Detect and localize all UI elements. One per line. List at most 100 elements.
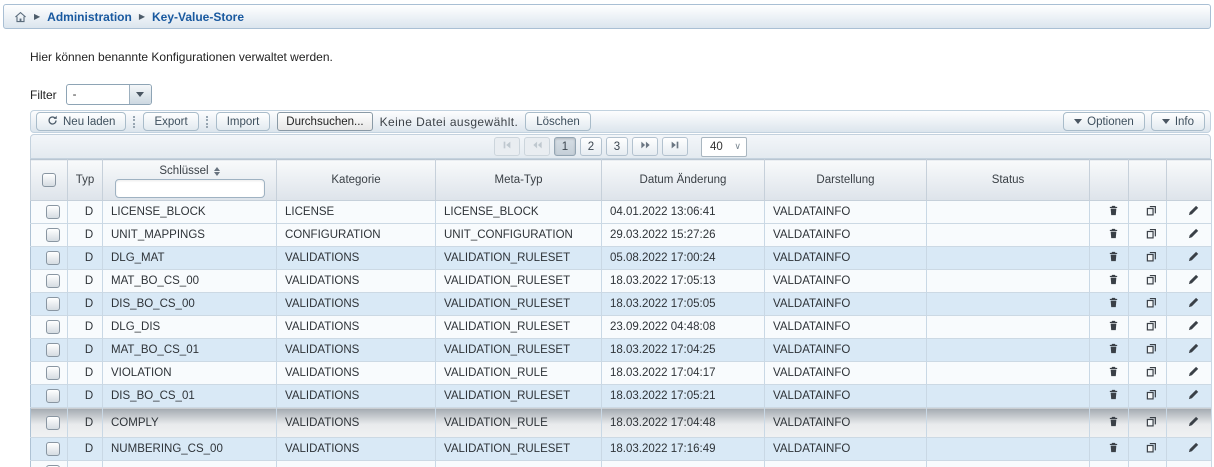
delete-icon[interactable] (1108, 228, 1119, 239)
cell-edit (1167, 438, 1212, 461)
browse-file-button-label: Durchsuchen... (286, 116, 363, 128)
row-checkbox[interactable] (46, 343, 60, 357)
delete-icon[interactable] (1108, 205, 1119, 216)
table-row[interactable]: D DIS_BO_CS_01 VALIDATIONS VALIDATION_RU… (31, 385, 1212, 408)
options-menu-button[interactable]: Optionen (1063, 112, 1145, 131)
delete-icon[interactable] (1108, 389, 1119, 400)
filter-select[interactable]: - (66, 84, 152, 105)
row-select-cell (31, 201, 68, 224)
page-size-select[interactable]: 40 ∨ (701, 137, 747, 157)
cell-delete (1090, 224, 1129, 247)
breadcrumb-item-administration[interactable]: Administration (47, 10, 132, 24)
cell-datum: 18.03.2022 17:05:21 (602, 385, 765, 408)
table-row[interactable]: D LICENSE_BLOCK LICENSE LICENSE_BLOCK 04… (31, 201, 1212, 224)
copy-icon[interactable] (1146, 205, 1157, 216)
next-page-button[interactable] (632, 137, 658, 156)
edit-icon[interactable] (1188, 274, 1199, 285)
row-checkbox[interactable] (46, 228, 60, 242)
last-page-button[interactable] (662, 137, 688, 156)
edit-icon[interactable] (1188, 205, 1199, 216)
delete-icon[interactable] (1108, 442, 1119, 453)
cell-darstellung: VALDATAINFO (765, 293, 927, 316)
table-row[interactable]: D UNIT_MAPPINGS CONFIGURATION UNIT_CONFI… (31, 224, 1212, 247)
cell-datum: 04.01.2022 13:06:41 (602, 201, 765, 224)
table-row[interactable]: D DIS_BO_CS_00 VALIDATIONS VALIDATION_RU… (31, 293, 1212, 316)
select-all-checkbox[interactable] (42, 173, 56, 187)
copy-icon[interactable] (1146, 274, 1157, 285)
page-button-3[interactable]: 3 (606, 137, 628, 156)
cell-status (927, 247, 1090, 270)
row-checkbox[interactable] (46, 205, 60, 219)
cell-schluessel: UNIT_MAPPINGS (103, 224, 277, 247)
table-row[interactable]: D NUMBERING_CS_00 VALIDATIONS VALIDATION… (31, 438, 1212, 461)
schluessel-filter-input[interactable] (115, 179, 265, 198)
row-checkbox[interactable] (46, 442, 60, 456)
row-checkbox[interactable] (46, 297, 60, 311)
browse-file-button[interactable]: Durchsuchen... (277, 112, 372, 131)
column-header-schluessel[interactable]: Schlüssel (103, 160, 277, 201)
delete-icon[interactable] (1108, 320, 1119, 331)
copy-icon[interactable] (1146, 343, 1157, 354)
edit-icon[interactable] (1188, 297, 1199, 308)
cell-status (927, 385, 1090, 408)
copy-icon[interactable] (1146, 416, 1157, 427)
edit-icon[interactable] (1188, 343, 1199, 354)
cell-typ: D (68, 362, 103, 385)
breadcrumb-item-key-value-store[interactable]: Key-Value-Store (152, 10, 244, 24)
row-checkbox[interactable] (46, 320, 60, 334)
cell-schluessel: DIS_BO_CS_00 (103, 293, 277, 316)
edit-icon[interactable] (1188, 228, 1199, 239)
delete-icon[interactable] (1108, 366, 1119, 377)
row-checkbox[interactable] (46, 366, 60, 380)
edit-icon[interactable] (1188, 320, 1199, 331)
delete-icon[interactable] (1108, 416, 1119, 427)
edit-icon[interactable] (1188, 442, 1199, 453)
table-row[interactable]: D COMPLY VALIDATIONS VALIDATION_RULE 18.… (31, 408, 1212, 438)
delete-file-button[interactable]: Löschen (525, 112, 590, 131)
row-checkbox[interactable] (46, 274, 60, 288)
cell-schluessel: MAT_BO_CS_01 (103, 339, 277, 362)
row-checkbox[interactable] (46, 251, 60, 265)
cell-copy (1129, 339, 1167, 362)
toolbar-right-group: Optionen Info (1063, 112, 1205, 131)
table-row[interactable]: D DLG_DIS VALIDATIONS VALIDATION_RULESET… (31, 316, 1212, 339)
delete-icon[interactable] (1108, 274, 1119, 285)
page-button-1[interactable]: 1 (554, 137, 576, 156)
table-row[interactable]: D DLG_MAT VALIDATIONS VALIDATION_RULESET… (31, 247, 1212, 270)
export-button[interactable]: Export (143, 112, 198, 131)
delete-icon[interactable] (1108, 343, 1119, 354)
edit-icon[interactable] (1188, 366, 1199, 377)
cell-copy (1129, 247, 1167, 270)
caret-down-icon (1074, 119, 1082, 124)
copy-icon[interactable] (1146, 320, 1157, 331)
edit-icon[interactable] (1188, 251, 1199, 262)
row-checkbox[interactable] (46, 416, 60, 430)
cell-kategorie: VALIDATIONS (277, 316, 436, 339)
edit-icon[interactable] (1188, 389, 1199, 400)
info-menu-button[interactable]: Info (1151, 112, 1205, 131)
cell-delete (1090, 201, 1129, 224)
row-checkbox[interactable] (46, 389, 60, 403)
edit-icon[interactable] (1188, 416, 1199, 427)
delete-icon[interactable] (1108, 251, 1119, 262)
delete-icon[interactable] (1108, 297, 1119, 308)
copy-icon[interactable] (1146, 251, 1157, 262)
home-icon[interactable] (14, 11, 27, 23)
copy-icon[interactable] (1146, 228, 1157, 239)
copy-icon[interactable] (1146, 389, 1157, 400)
caret-right-icon: ▶ (139, 13, 145, 21)
caret-down-icon[interactable] (129, 85, 151, 104)
cell-darstellung: VALDATAINFO (765, 316, 927, 339)
copy-icon[interactable] (1146, 297, 1157, 308)
import-button[interactable]: Import (216, 112, 271, 131)
table-row[interactable]: D MAT_BO_CS_01 VALIDATIONS VALIDATION_RU… (31, 339, 1212, 362)
column-header-delete (1090, 160, 1129, 201)
copy-icon[interactable] (1146, 366, 1157, 377)
cell-typ: D (68, 438, 103, 461)
table-row[interactable]: D VIOLATION VALIDATIONS VALIDATION_RULE … (31, 362, 1212, 385)
table-row[interactable]: D MAT_BO_CS_00 VALIDATIONS VALIDATION_RU… (31, 270, 1212, 293)
copy-icon[interactable] (1146, 442, 1157, 453)
cell-darstellung: VALDATAINFO (765, 362, 927, 385)
page-button-2[interactable]: 2 (580, 137, 602, 156)
reload-button[interactable]: Neu laden (36, 112, 126, 131)
